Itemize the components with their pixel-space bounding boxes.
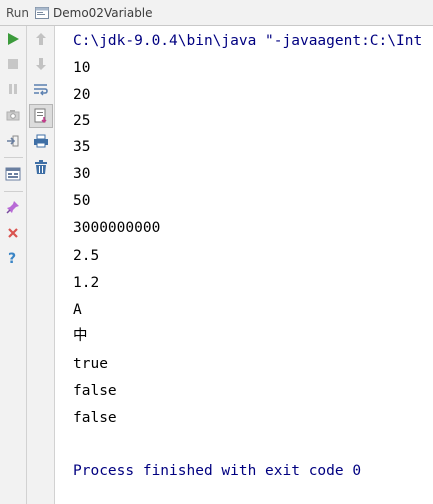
scroll-to-end-icon[interactable] [29, 104, 53, 128]
toolbar-divider [4, 191, 23, 192]
trash-icon[interactable] [30, 156, 52, 178]
console-output-line: 30 [73, 166, 91, 182]
console-output-line: 3000000000 [73, 220, 161, 236]
svg-text:?: ? [8, 251, 16, 265]
console-output-line: 2.5 [73, 248, 100, 264]
run-tab-title[interactable]: Demo02Variable [53, 6, 153, 20]
console-actions-toolbar [27, 26, 55, 504]
camera-icon[interactable] [2, 104, 24, 126]
console-output-line: A [73, 302, 82, 318]
run-icon[interactable] [2, 28, 24, 50]
pause-icon[interactable] [2, 78, 24, 100]
run-tool-window-header: Run Demo02Variable [0, 0, 433, 26]
soft-wrap-icon[interactable] [30, 78, 52, 100]
down-arrow-icon[interactable] [30, 53, 52, 75]
stop-icon[interactable] [2, 53, 24, 75]
login-icon[interactable] [2, 130, 24, 152]
console-output-line: 1.2 [73, 275, 100, 291]
print-icon[interactable] [30, 130, 52, 152]
run-actions-toolbar: ? [0, 26, 27, 504]
console-output[interactable]: C:\jdk-9.0.4\bin\java "-javaagent:C:\Int… [56, 26, 433, 504]
console-output-line: false [73, 410, 117, 426]
console-output-line: false [73, 383, 117, 399]
console-output-line: 25 [73, 113, 91, 129]
close-icon[interactable] [2, 222, 24, 244]
help-icon[interactable]: ? [2, 247, 24, 269]
console-output-line: 中 [73, 328, 88, 344]
toolbar-divider [4, 157, 23, 158]
run-label: Run [6, 5, 30, 20]
pin-icon[interactable] [2, 196, 24, 218]
run-config-icon [35, 6, 50, 19]
console-output-line: 20 [73, 87, 91, 103]
console-output-line: 10 [73, 60, 91, 76]
console-command-line: C:\jdk-9.0.4\bin\java "-javaagent:C:\Int [73, 33, 423, 49]
console-output-line: true [73, 356, 108, 372]
console-output-line: 50 [73, 193, 91, 209]
process-exit-message: Process finished with exit code 0 [73, 463, 362, 479]
layout-icon[interactable] [2, 163, 24, 185]
up-arrow-icon[interactable] [30, 28, 52, 50]
console-output-line: 35 [73, 139, 91, 155]
